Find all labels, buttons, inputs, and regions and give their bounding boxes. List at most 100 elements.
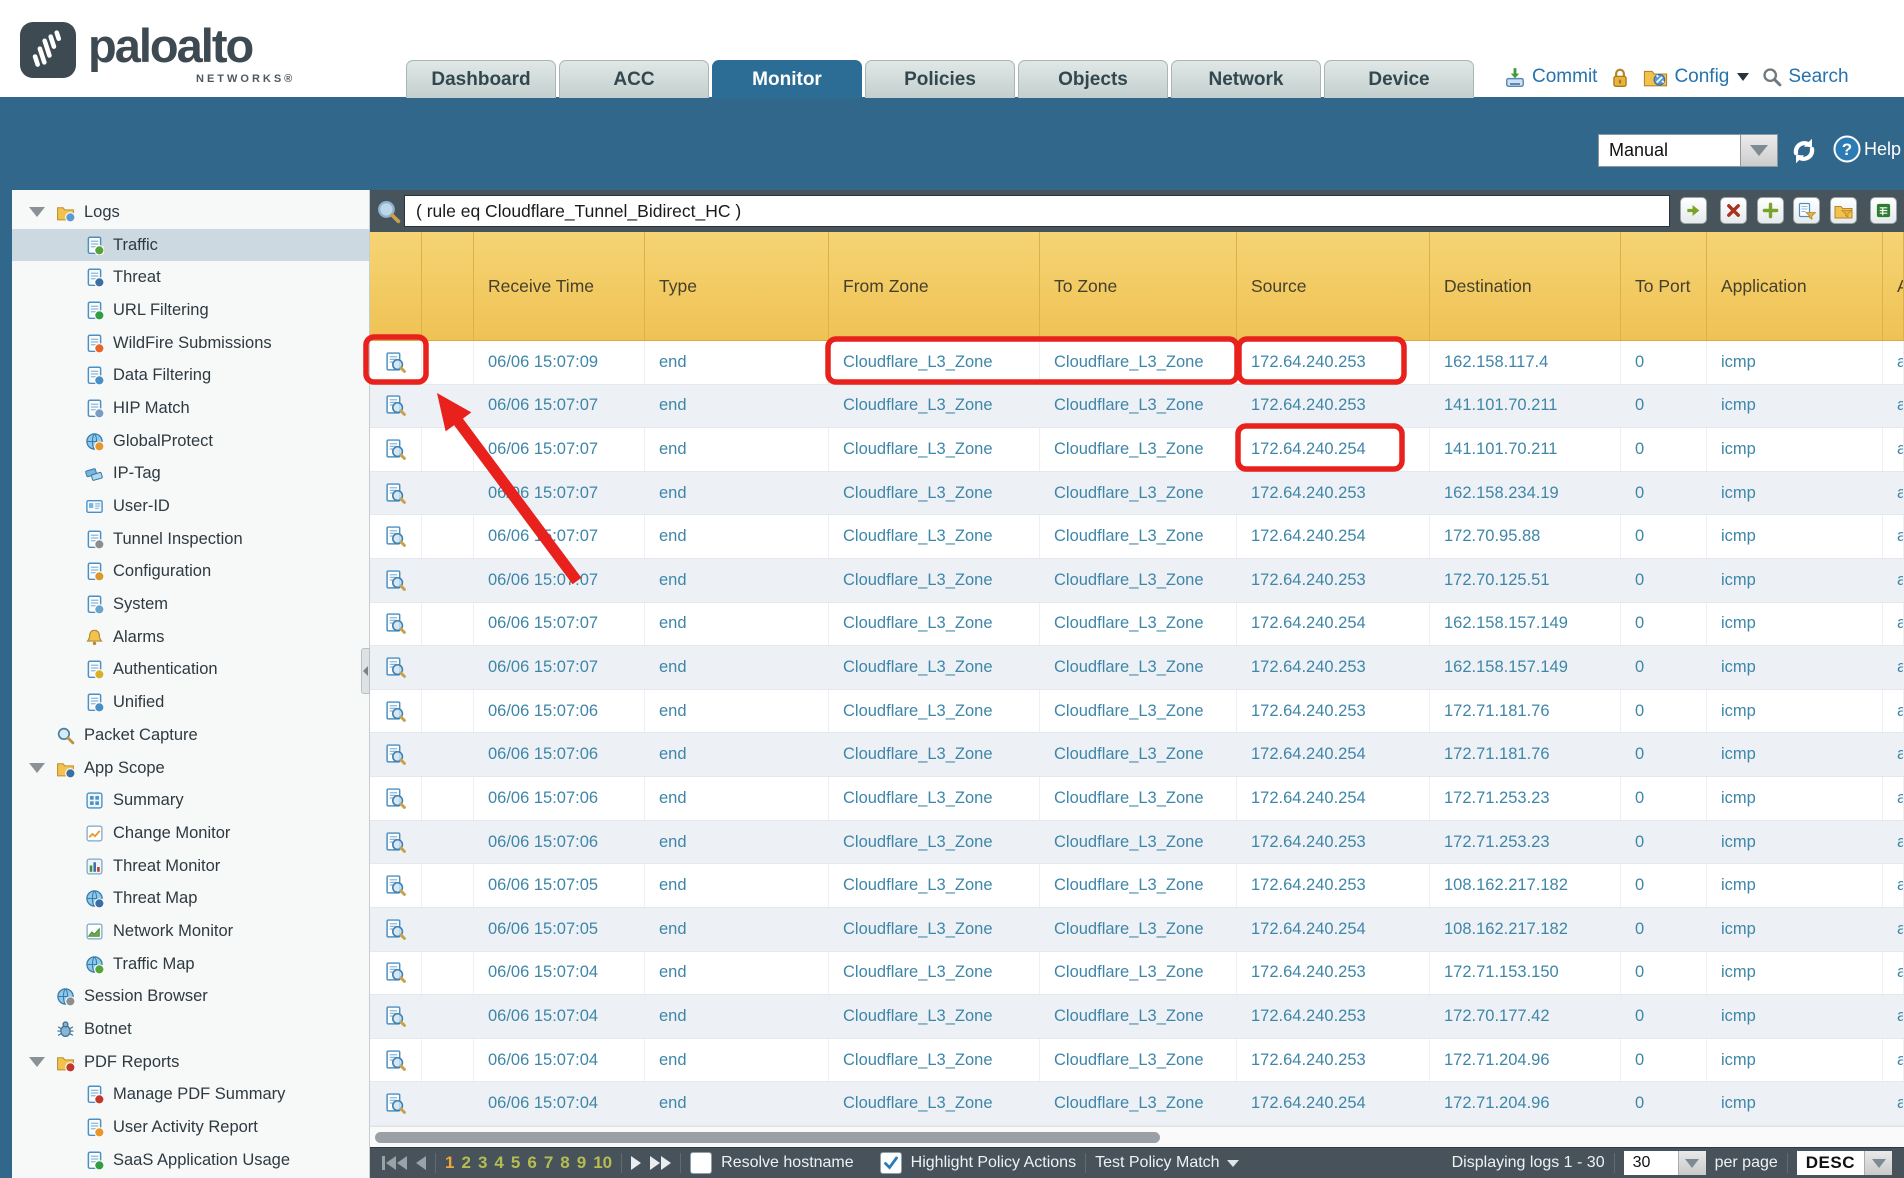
config-button[interactable]: Config <box>1643 66 1749 88</box>
tab-dashboard[interactable]: Dashboard <box>406 60 556 98</box>
cell-type[interactable]: end <box>645 690 829 733</box>
sidebar-item-traffic[interactable]: Traffic <box>12 229 369 262</box>
sidebar-item-url-filtering[interactable]: URL Filtering <box>12 294 369 327</box>
cell-destination[interactable]: 162.158.117.4 <box>1430 341 1621 384</box>
cell-to_port[interactable]: 0 <box>1621 821 1707 864</box>
page-number-7[interactable]: 7 <box>544 1153 553 1173</box>
cell-from_zone[interactable]: Cloudflare_L3_Zone <box>829 908 1040 951</box>
sidebar-item-pdf-reports[interactable]: PDF Reports <box>12 1046 369 1079</box>
first-page-button[interactable] <box>382 1156 407 1170</box>
cell-application[interactable]: icmp <box>1707 603 1883 646</box>
sidebar-item-hip-match[interactable]: HIP Match <box>12 392 369 425</box>
cell-application[interactable]: icmp <box>1707 646 1883 689</box>
page-number-9[interactable]: 9 <box>577 1153 586 1173</box>
page-number-8[interactable]: 8 <box>560 1153 569 1173</box>
cell-destination[interactable]: 172.71.181.76 <box>1430 690 1621 733</box>
filter-builder-button[interactable] <box>1793 197 1820 224</box>
cell-action[interactable]: a <box>1883 341 1904 384</box>
refresh-icon[interactable] <box>1788 135 1820 167</box>
page-number-10[interactable]: 10 <box>593 1153 612 1173</box>
export-logs-button[interactable] <box>1870 197 1897 224</box>
cell-from_zone[interactable]: Cloudflare_L3_Zone <box>829 341 1040 384</box>
tab-device[interactable]: Device <box>1324 60 1474 98</box>
column-header-application[interactable]: Application <box>1707 232 1883 340</box>
log-detail-button[interactable] <box>370 428 422 471</box>
cell-to_port[interactable]: 0 <box>1621 952 1707 995</box>
cell-type[interactable]: end <box>645 952 829 995</box>
cell-to_port[interactable]: 0 <box>1621 908 1707 951</box>
cell-to_zone[interactable]: Cloudflare_L3_Zone <box>1040 341 1237 384</box>
cell-type[interactable]: end <box>645 603 829 646</box>
cell-application[interactable]: icmp <box>1707 515 1883 558</box>
cell-from_zone[interactable]: Cloudflare_L3_Zone <box>829 995 1040 1038</box>
cell-action[interactable]: a <box>1883 733 1904 776</box>
cell-destination[interactable]: 172.70.125.51 <box>1430 559 1621 602</box>
tab-network[interactable]: Network <box>1171 60 1321 98</box>
cell-destination[interactable]: 162.158.157.149 <box>1430 646 1621 689</box>
highlight-policy-actions-checkbox[interactable] <box>880 1152 902 1174</box>
cell-application[interactable]: icmp <box>1707 472 1883 515</box>
cell-to_zone[interactable]: Cloudflare_L3_Zone <box>1040 1039 1237 1082</box>
sidebar-item-user-id[interactable]: User-ID <box>12 490 369 523</box>
resolve-hostname-checkbox[interactable] <box>690 1152 712 1174</box>
cell-to_zone[interactable]: Cloudflare_L3_Zone <box>1040 864 1237 907</box>
cell-from_zone[interactable]: Cloudflare_L3_Zone <box>829 733 1040 776</box>
cell-source[interactable]: 172.64.240.254 <box>1237 777 1430 820</box>
log-detail-button[interactable] <box>370 777 422 820</box>
cell-to_port[interactable]: 0 <box>1621 733 1707 776</box>
cell-to_zone[interactable]: Cloudflare_L3_Zone <box>1040 690 1237 733</box>
column-header-receive_time[interactable]: Receive Time <box>474 232 645 340</box>
cell-source[interactable]: 172.64.240.253 <box>1237 559 1430 602</box>
sidebar-item-app-scope[interactable]: App Scope <box>12 752 369 785</box>
log-detail-button[interactable] <box>370 733 422 776</box>
cell-destination[interactable]: 108.162.217.182 <box>1430 908 1621 951</box>
cell-action[interactable]: a <box>1883 472 1904 515</box>
cell-type[interactable]: end <box>645 864 829 907</box>
cell-to_port[interactable]: 0 <box>1621 428 1707 471</box>
cell-to_zone[interactable]: Cloudflare_L3_Zone <box>1040 733 1237 776</box>
cell-to_port[interactable]: 0 <box>1621 864 1707 907</box>
sidebar-collapse-handle[interactable] <box>361 648 370 694</box>
sidebar-item-botnet[interactable]: Botnet <box>12 1013 369 1046</box>
sidebar-item-user-activity-report[interactable]: User Activity Report <box>12 1111 369 1144</box>
help-button[interactable]: ? Help <box>1833 135 1901 163</box>
clear-filter-button[interactable] <box>1720 197 1747 224</box>
cell-action[interactable]: a <box>1883 515 1904 558</box>
column-header-destination[interactable]: Destination <box>1430 232 1621 340</box>
cell-source[interactable]: 172.64.240.253 <box>1237 646 1430 689</box>
cell-action[interactable]: a <box>1883 603 1904 646</box>
column-header-to_port[interactable]: To Port <box>1621 232 1707 340</box>
cell-from_zone[interactable]: Cloudflare_L3_Zone <box>829 646 1040 689</box>
cell-source[interactable]: 172.64.240.253 <box>1237 995 1430 1038</box>
sidebar-item-authentication[interactable]: Authentication <box>12 654 369 687</box>
sidebar-item-wildfire-submissions[interactable]: WildFire Submissions <box>12 327 369 360</box>
search-button[interactable]: Search <box>1762 66 1848 88</box>
sidebar-item-threat[interactable]: Threat <box>12 261 369 294</box>
cell-to_zone[interactable]: Cloudflare_L3_Zone <box>1040 385 1237 428</box>
cell-application[interactable]: icmp <box>1707 952 1883 995</box>
test-policy-match-button[interactable]: Test Policy Match <box>1095 1154 1238 1172</box>
cell-action[interactable]: a <box>1883 559 1904 602</box>
sidebar-item-change-monitor[interactable]: Change Monitor <box>12 817 369 850</box>
cell-action[interactable]: a <box>1883 995 1904 1038</box>
tab-objects[interactable]: Objects <box>1018 60 1168 98</box>
cell-source[interactable]: 172.64.240.253 <box>1237 864 1430 907</box>
expander-triangle-icon[interactable] <box>29 1057 45 1067</box>
log-detail-button[interactable] <box>370 821 422 864</box>
cell-source[interactable]: 172.64.240.254 <box>1237 603 1430 646</box>
cell-type[interactable]: end <box>645 908 829 951</box>
cell-source[interactable]: 172.64.240.254 <box>1237 733 1430 776</box>
cell-source[interactable]: 172.64.240.254 <box>1237 515 1430 558</box>
cell-application[interactable]: icmp <box>1707 908 1883 951</box>
cell-destination[interactable]: 172.71.153.150 <box>1430 952 1621 995</box>
cell-application[interactable]: icmp <box>1707 1039 1883 1082</box>
cell-type[interactable]: end <box>645 646 829 689</box>
cell-source[interactable]: 172.64.240.253 <box>1237 385 1430 428</box>
cell-to_zone[interactable]: Cloudflare_L3_Zone <box>1040 777 1237 820</box>
cell-type[interactable]: end <box>645 821 829 864</box>
cell-destination[interactable]: 141.101.70.211 <box>1430 385 1621 428</box>
cell-to_zone[interactable]: Cloudflare_L3_Zone <box>1040 559 1237 602</box>
cell-from_zone[interactable]: Cloudflare_L3_Zone <box>829 690 1040 733</box>
sidebar-item-threat-map[interactable]: Threat Map <box>12 882 369 915</box>
cell-destination[interactable]: 172.70.95.88 <box>1430 515 1621 558</box>
